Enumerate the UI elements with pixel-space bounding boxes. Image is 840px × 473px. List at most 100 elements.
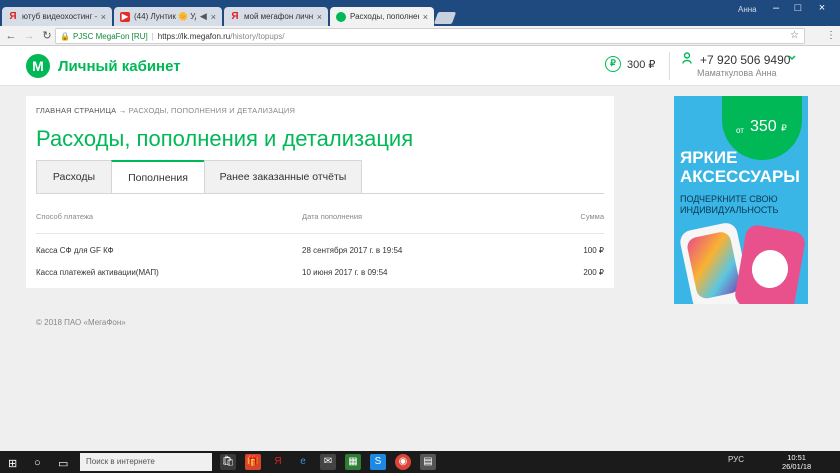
tab-topups[interactable]: Пополнения [111,160,205,194]
reload-icon[interactable]: ↻ [40,29,54,42]
browser-tab-title: ютуб видеохостинг — Я [22,12,97,21]
yandex-icon[interactable]: Я [270,454,286,470]
chevron-down-icon[interactable] [788,53,796,63]
clock-time: 10:51 [787,453,806,462]
price-currency: ₽ [781,123,787,133]
column-header-date: Дата пополнения [302,212,363,221]
topup-amount: 200 ₽ [583,268,604,277]
topup-date: 10 июня 2017 г. в 09:54 [302,268,388,277]
taskbar-apps: 🛍 🎁 Я e ✉ ▦ S ◉ ▤ [220,454,436,470]
browser-tab-title: Расходы, пополнения и [350,12,419,21]
maximize-icon[interactable]: □ [788,2,808,14]
url-path: /history/topups/ [230,31,285,41]
breadcrumb: ГЛАВНАЯ СТРАНИЦА → РАСХОДЫ, ПОПОЛНЕНИЯ И… [36,106,295,115]
ad-headline-line: ЯРКИЕ [680,148,738,167]
price-prefix: от [736,126,744,135]
language-indicator[interactable]: РУС [728,455,744,464]
column-header-method: Способ платежа [36,212,94,221]
skype-icon[interactable]: S [370,454,386,470]
balance-amount: 300 ₽ [627,58,656,71]
mail-icon[interactable]: ✉ [320,454,336,470]
phone-case-image [733,223,807,304]
clock-date: 26/01/18 [782,462,812,471]
divider [36,233,604,234]
chrome-icon[interactable]: ◉ [395,454,411,470]
divider [669,52,670,80]
user-icon [682,52,692,67]
ad-banner[interactable]: от 350 ₽ ЯРКИЕ АКСЕССУАРЫ ПОДЧЕРКНИТЕ СВ… [674,96,808,304]
balance-widget[interactable]: ₽ 300 ₽ [605,56,655,72]
back-icon[interactable]: ← [4,30,18,42]
topup-amount: 100 ₽ [583,246,604,255]
url-input[interactable]: 🔒 PJSC MegaFon [RU] | https://lk.megafon… [55,28,805,44]
edge-icon[interactable]: e [295,454,311,470]
divider [36,193,604,194]
taskbar-search-input[interactable]: Поиск в интернете [80,453,212,471]
browser-tab[interactable]: Я мой мегафон личный к × [224,7,328,26]
browser-tab-strip: Я ютуб видеохостинг — Я × ▶ (44) Лунтик … [0,0,840,26]
yandex-icon: Я [231,11,239,22]
browser-tab[interactable]: ▶ (44) Лунтик 🌼 Удив ◀ × [114,7,222,26]
bookmark-star-icon[interactable]: ☆ [790,30,799,41]
browser-tab[interactable]: Я ютуб видеохостинг — Я × [2,7,112,26]
tab-bar: Расходы Пополнения Ранее заказанные отчё… [36,160,362,194]
browser-tab-title: мой мегафон личный к [244,12,313,21]
explorer-icon[interactable]: ▤ [420,454,436,470]
close-window-icon[interactable]: × [812,2,832,14]
column-header-amount: Сумма [580,212,604,221]
lock-icon: 🔒 [60,31,70,41]
megafon-icon [336,11,346,22]
speaker-icon[interactable]: ◀ [200,11,207,22]
new-tab-button[interactable] [433,12,457,24]
store-icon[interactable]: 🛍 [220,454,236,470]
task-view-icon[interactable]: ▭ [58,457,68,470]
user-name: Маматкулова Анна [697,68,777,78]
close-icon[interactable]: × [317,12,322,22]
close-icon[interactable]: × [101,12,106,22]
search-icon[interactable]: ○ [34,457,41,469]
case-artwork [748,247,792,291]
url-host: https://lk.megafon.ru [157,31,231,41]
menu-icon[interactable]: ⋮ [826,30,836,41]
megafon-logo[interactable]: М [26,54,50,78]
forward-icon[interactable]: → [22,30,36,42]
ad-headline: ЯРКИЕ АКСЕССУАРЫ [680,148,808,186]
windows-start-icon[interactable]: ⊞ [8,457,17,470]
copyright: © 2018 ПАО «МегаФон» [36,318,126,327]
payment-method: Касса платежей активации(МАП) [36,268,159,277]
taskbar: ⊞ ○ ▭ Поиск в интернете 🛍 🎁 Я e ✉ ▦ S ◉ … [0,451,840,473]
games-icon[interactable]: ▦ [345,454,361,470]
history-card: ГЛАВНАЯ СТРАНИЦА → РАСХОДЫ, ПОПОЛНЕНИЯ И… [26,96,614,288]
browser-tab-active[interactable]: Расходы, пополнения и × [330,7,434,26]
minimize-icon[interactable]: – [766,2,786,14]
page-title: Расходы, пополнения и детализация [36,126,414,151]
arrow-right-icon: → [118,106,127,115]
divider: | [151,31,154,41]
payment-method: Касса СФ для GF КФ [36,246,114,255]
close-icon[interactable]: × [423,12,428,22]
tab-reports[interactable]: Ранее заказанные отчёты [204,160,362,194]
address-bar: ← → ↻ 🔒 PJSC MegaFon [RU] | https://lk.m… [0,26,840,46]
yandex-icon: Я [9,11,17,22]
url-text: https://lk.megafon.ru/history/topups/ [158,32,285,41]
taskbar-clock[interactable]: 10:51 26/01/18 [782,453,811,471]
tab-expenses[interactable]: Расходы [36,160,112,194]
price-value: 350 ₽ [750,118,787,136]
security-label: PJSC MegaFon [RU] [72,31,148,41]
phone-number[interactable]: +7 920 506 9490 [700,53,790,67]
ad-subline: ПОДЧЕРКНИТЕ СВОЮ ИНДИВИДУАЛЬНОСТЬ [680,194,779,215]
cabinet-title[interactable]: Личный кабинет [58,58,181,75]
case-artwork [685,230,742,301]
browser-tab-title: (44) Лунтик 🌼 Удив [134,12,196,21]
close-icon[interactable]: × [211,12,216,22]
ad-headline-line: АКСЕССУАРЫ [680,167,800,186]
browser-profile-name[interactable]: Анна [738,5,757,14]
topup-date: 28 сентября 2017 г. в 19:54 [302,246,403,255]
breadcrumb-home[interactable]: ГЛАВНАЯ СТРАНИЦА [36,106,116,115]
gift-icon[interactable]: 🎁 [245,454,261,470]
site-header: М Личный кабинет ₽ 300 ₽ +7 920 506 9490… [0,46,840,86]
youtube-icon: ▶ [120,11,130,22]
price-number: 350 [750,118,777,135]
ruble-icon: ₽ [605,56,621,72]
breadcrumb-current: РАСХОДЫ, ПОПОЛНЕНИЯ И ДЕТАЛИЗАЦИЯ [128,106,296,115]
